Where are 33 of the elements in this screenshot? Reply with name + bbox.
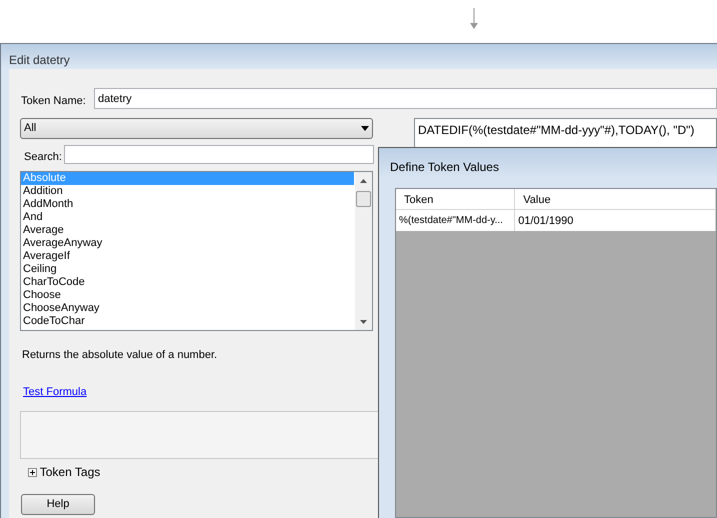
function-description: Returns the absolute value of a number. xyxy=(22,348,218,363)
column-header: Token xyxy=(396,189,516,210)
search-field[interactable] xyxy=(64,145,374,164)
list-item[interactable]: Choose xyxy=(21,289,354,302)
dialog-title: Edit datetry xyxy=(8,52,71,69)
token-tags-label: Token Tags xyxy=(40,464,100,481)
list-item[interactable]: AverageAnyway xyxy=(21,237,354,250)
token-cell: %(testdate#"MM-dd-y... xyxy=(396,210,516,231)
list-item[interactable]: CharToCode xyxy=(21,276,354,289)
category-dropdown[interactable]: All xyxy=(20,118,373,139)
value-cell[interactable]: 01/01/1990 xyxy=(515,210,716,231)
scrollbar[interactable] xyxy=(355,172,372,330)
help-button[interactable]: Help xyxy=(21,494,95,515)
arrow-icon xyxy=(469,8,479,30)
column-header: Value xyxy=(515,189,716,210)
list-item[interactable]: Ceiling xyxy=(21,263,354,276)
up-arrow-icon[interactable] xyxy=(360,179,367,183)
expand-icon[interactable] xyxy=(28,468,37,476)
list-item[interactable]: Addition xyxy=(21,185,354,198)
list-item[interactable]: Average xyxy=(21,224,354,237)
list-item[interactable]: ChooseAnyway xyxy=(21,302,354,315)
scrollbar-thumb[interactable] xyxy=(356,191,371,207)
token-name-label: Token Name: xyxy=(21,94,86,109)
test-formula-link[interactable]: Test Formula xyxy=(23,384,87,400)
dialog-title: Define Token Values xyxy=(389,159,500,176)
caret-icon xyxy=(361,126,369,131)
list-item[interactable]: AddMonth xyxy=(21,198,354,211)
list-item[interactable]: AverageIf xyxy=(21,250,354,263)
down-arrow-icon[interactable] xyxy=(360,320,367,324)
search-label: Search: xyxy=(24,150,62,165)
list-item[interactable]: And xyxy=(21,211,354,224)
token-name-field[interactable]: datetry xyxy=(94,88,717,109)
list-item[interactable]: CodeToChar xyxy=(21,315,354,328)
